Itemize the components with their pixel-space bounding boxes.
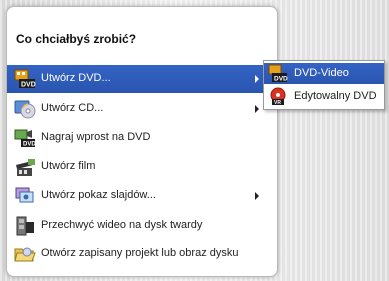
submenu-item-label: Edytowalny DVD xyxy=(294,90,377,102)
submenu-arrow-icon xyxy=(255,105,259,113)
svg-text:DVD: DVD xyxy=(21,82,36,89)
film-clapper-icon xyxy=(14,157,36,177)
open-folder-icon xyxy=(14,244,36,264)
menu-item-create-dvd[interactable]: DVD Utwórz DVD... xyxy=(7,65,275,93)
submenu-item-dvd-video[interactable]: DVD DVD-Video xyxy=(264,63,384,84)
video-capture-icon xyxy=(14,216,36,236)
menu-item-capture-video[interactable]: Przechwyć wideo na dysk twardy xyxy=(7,212,275,240)
svg-text:DVD: DVD xyxy=(274,76,288,83)
menu-item-label: Utwórz film xyxy=(41,160,96,172)
menu-item-create-slideshow[interactable]: Utwórz pokaz slajdów... xyxy=(7,182,275,210)
svg-text:DVD: DVD xyxy=(23,142,36,148)
menu-item-open-project[interactable]: Otwórz zapisany projekt lub obraz dysku xyxy=(7,240,275,268)
menu-item-create-film[interactable]: Utwórz film xyxy=(7,153,275,181)
dvd-video-icon: DVD xyxy=(268,64,288,83)
submenu-arrow-icon xyxy=(255,192,259,200)
cd-disc-icon xyxy=(14,99,36,119)
menu-item-label: Utwórz DVD... xyxy=(41,72,111,84)
menu-item-label: Przechwyć wideo na dysk twardy xyxy=(41,219,203,231)
menu-item-label: Utwórz CD... xyxy=(41,102,104,114)
svg-text:VR: VR xyxy=(274,100,281,106)
submenu-item-label: DVD-Video xyxy=(294,67,349,79)
submenu-arrow-icon xyxy=(255,75,259,83)
panel-title: Co chciałbyś zrobić? xyxy=(16,32,137,46)
slideshow-icon xyxy=(14,186,36,206)
menu-item-create-cd[interactable]: Utwórz CD... xyxy=(7,95,275,123)
submenu-item-editable-dvd[interactable]: VR Edytowalny DVD xyxy=(264,86,384,107)
task-menu-panel: Co chciałbyś zrobić? DVD Utwórz DVD... U… xyxy=(6,6,278,277)
menu-item-record-to-dvd[interactable]: DVD Nagraj wprost na DVD xyxy=(7,124,275,152)
menu-item-label: Otwórz zapisany projekt lub obraz dysku xyxy=(41,247,239,259)
editable-dvd-icon: VR xyxy=(268,87,288,106)
menu-item-label: Nagraj wprost na DVD xyxy=(41,131,151,143)
dvd-film-icon: DVD xyxy=(14,69,36,89)
camera-to-dvd-icon: DVD xyxy=(14,128,36,148)
dvd-submenu: DVD DVD-Video VR Edytowalny DVD xyxy=(263,60,385,110)
menu-item-label: Utwórz pokaz slajdów... xyxy=(41,189,156,201)
